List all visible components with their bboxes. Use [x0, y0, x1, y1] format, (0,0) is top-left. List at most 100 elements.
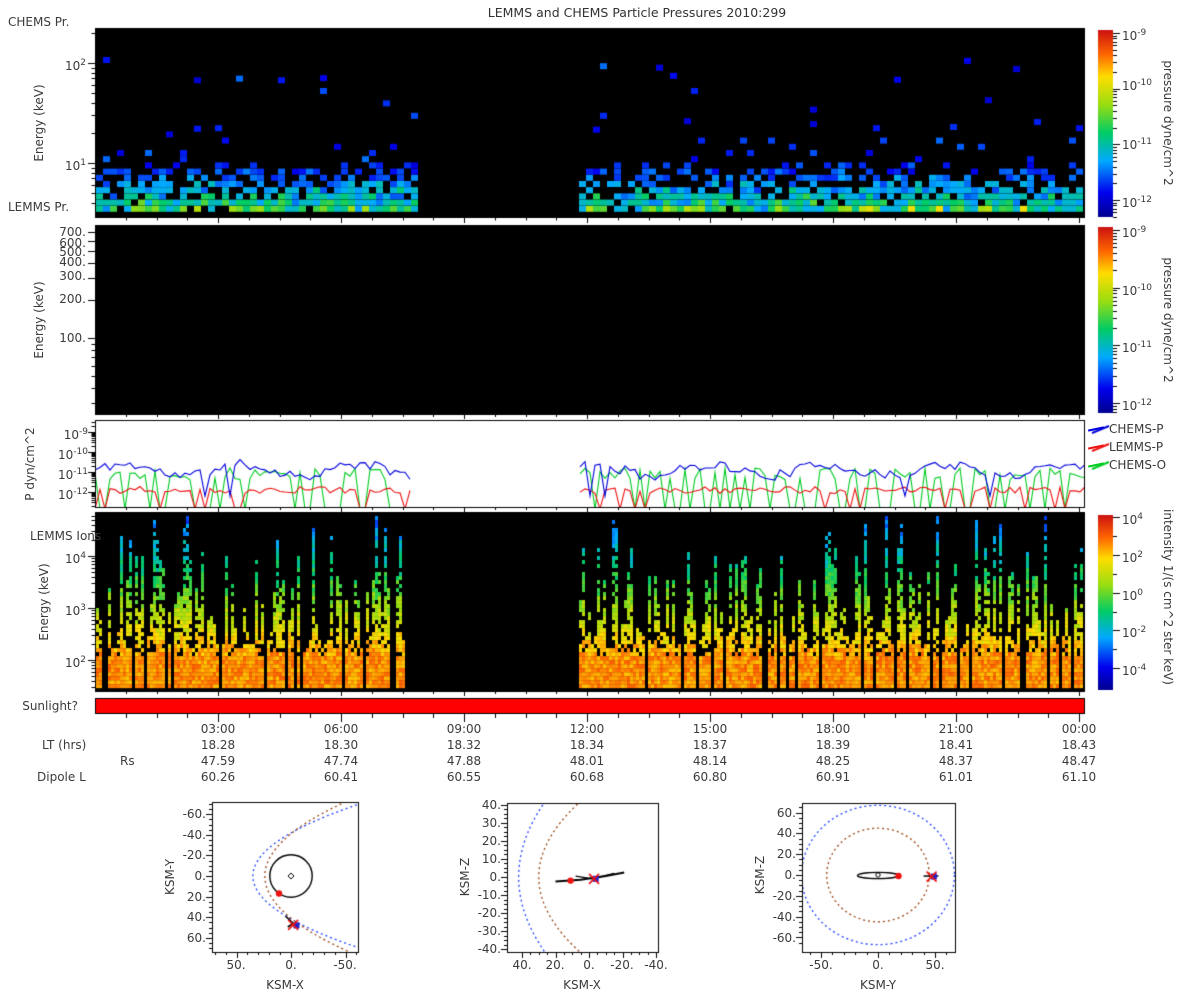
ephemeris-value: 48.25 — [815, 754, 851, 768]
ephemeris-value: 18.37 — [692, 738, 728, 752]
ephemeris-value: 48.47 — [1061, 754, 1097, 768]
ephemeris-value: 47.74 — [323, 754, 359, 768]
panel-label-sunlight: Sunlight? — [22, 699, 78, 713]
exponent: -9 — [79, 427, 88, 437]
orbit3-x-tick-label: 0. — [872, 958, 884, 972]
ephemeris-value: 61.10 — [1061, 770, 1097, 784]
orbit1-y-tick-label: -60. — [182, 807, 206, 821]
colorbar-label-intensity: intensity 1/(s cm^2 ster keV) — [1161, 509, 1175, 685]
time-tick-label: 06:00 — [323, 722, 359, 736]
orbit2-x-tick-label: -40. — [644, 958, 668, 972]
colorbar2-tick-label: 10-11 — [1122, 340, 1152, 355]
ephemeris-value: 48.14 — [692, 754, 728, 768]
energy-tick-label-p2: 400. — [59, 255, 86, 269]
ephemeris-value: 60.91 — [815, 770, 851, 784]
ephemeris-value: 18.41 — [938, 738, 974, 752]
orbit3-y-tick-label: 20. — [776, 847, 796, 861]
exponent: -10 — [73, 447, 88, 457]
orbit1-y-tick-label: 20. — [186, 890, 206, 904]
orbit1-y-axis-label: KSM-Y — [163, 858, 177, 896]
orbit1-x-tick-label: 0. — [285, 958, 297, 972]
orbit2-y-tick-label: 10. — [481, 852, 501, 866]
page-title: LEMMS and CHEMS Particle Pressures 2010:… — [487, 5, 787, 20]
ephemeris-value: 61.01 — [938, 770, 974, 784]
orbit2-x-axis-label: KSM-X — [563, 978, 601, 992]
orbit2-x-tick-label: 40. — [512, 958, 532, 972]
energy-tick-label-p2: 100. — [59, 331, 86, 345]
exponent: -9 — [1137, 28, 1147, 38]
orbit2-y-tick-label: -10. — [477, 888, 501, 902]
orbit2-x-tick-label: 0. — [583, 958, 595, 972]
orbit2-y-tick-label: 40. — [481, 798, 501, 812]
colorbar1-tick-label: 10-10 — [1122, 78, 1152, 93]
exponent: 4 — [1137, 512, 1144, 522]
orbit2-y-tick-label: -20. — [477, 906, 501, 920]
ephemeris-value: 60.41 — [323, 770, 359, 784]
orbit3-y-tick-label: 40. — [776, 826, 796, 840]
colorbar1-tick-label: 10-9 — [1122, 28, 1147, 43]
orbit2-x-tick-label: -20. — [610, 958, 634, 972]
orbit3-x-tick-label: -50. — [809, 958, 833, 972]
energy-tick-label-p1: 101 — [64, 158, 86, 173]
exponent: 2 — [1137, 550, 1144, 560]
ephemeris-value: 48.01 — [569, 754, 605, 768]
ephemeris-value: 47.59 — [200, 754, 236, 768]
colorbar1-tick-label: 10-12 — [1122, 195, 1152, 210]
exponent: 1 — [80, 158, 86, 168]
exponent: -9 — [1137, 225, 1147, 235]
legend-item-chems-o: CHEMS-O — [1087, 456, 1166, 474]
legend-line-chems-o — [1087, 462, 1105, 468]
orbit1-x-axis-label: KSM-X — [266, 978, 304, 992]
exponent: -2 — [1137, 625, 1147, 635]
ephemeris-row-label-rs: Rs — [120, 754, 135, 768]
colorbar1-tick-label: 10-11 — [1122, 137, 1152, 152]
legend-item-lemms-p: LEMMS-P — [1087, 438, 1166, 456]
orbit2-y-tick-label: 20. — [481, 834, 501, 848]
panel-label-lemms-ions: LEMMS Ions — [30, 529, 102, 543]
orbit1-y-tick-label: -20. — [182, 848, 206, 862]
exponent: 2 — [80, 655, 86, 665]
ephemeris-value: 47.88 — [446, 754, 482, 768]
exponent: 0 — [1137, 588, 1144, 598]
orbit3-x-axis-label: KSM-Y — [859, 978, 897, 992]
orbit1-y-tick-label: 40. — [186, 910, 206, 924]
ephemeris-value: 18.28 — [200, 738, 236, 752]
time-tick-label: 21:00 — [938, 722, 974, 736]
exponent: -12 — [1137, 195, 1152, 205]
pressure-tick-label-p3: 10-12 — [58, 487, 88, 502]
ephemeris-value: 18.32 — [446, 738, 482, 752]
colorbar4-tick-label: 104 — [1122, 512, 1144, 527]
ephemeris-value: 60.68 — [569, 770, 605, 784]
ephemeris-row-label-dipole-l: Dipole L — [37, 770, 86, 784]
time-tick-label: 12:00 — [569, 722, 605, 736]
exponent: -10 — [1137, 283, 1152, 293]
orbit1-x-tick-label: 50. — [226, 958, 246, 972]
orbit2-y-tick-label: -40. — [477, 942, 501, 956]
exponent: -11 — [1137, 137, 1152, 147]
orbit1-y-tick-label: -40. — [182, 828, 206, 842]
exponent: -12 — [73, 487, 88, 497]
ephemeris-value: 48.37 — [938, 754, 974, 768]
exponent: -10 — [1137, 78, 1152, 88]
colorbar4-tick-label: 100 — [1122, 588, 1144, 603]
orbit3-y-tick-label: 0. — [784, 868, 796, 882]
exponent: -11 — [1137, 340, 1152, 350]
exponent: 3 — [80, 603, 86, 613]
colorbar2-tick-label: 10-10 — [1122, 283, 1152, 298]
energy-tick-label-p4: 103 — [64, 603, 86, 618]
energy-tick-label-p4: 104 — [64, 551, 86, 566]
orbit2-x-tick-label: 20. — [545, 958, 565, 972]
ephemeris-value: 60.55 — [446, 770, 482, 784]
orbit1-y-tick-label: 0. — [194, 869, 206, 883]
orbit3-x-tick-label: 50. — [925, 958, 945, 972]
lemms-chems-pressure-page: LEMMS and CHEMS Particle Pressures 2010:… — [0, 0, 1200, 1000]
orbit3-y-axis-label: KSM-Z — [753, 855, 767, 895]
time-tick-label: 18:00 — [815, 722, 851, 736]
ephemeris-value: 18.43 — [1061, 738, 1097, 752]
exponent: 2 — [80, 58, 86, 68]
colorbar-label-pressure-1: pressure dyne/cm^2 — [1161, 60, 1175, 186]
exponent: -12 — [1137, 398, 1152, 408]
panel-label-lemms-pressure: LEMMS Pr. — [8, 200, 70, 214]
colorbar4-tick-label: 102 — [1122, 550, 1144, 565]
time-tick-label: 03:00 — [200, 722, 236, 736]
